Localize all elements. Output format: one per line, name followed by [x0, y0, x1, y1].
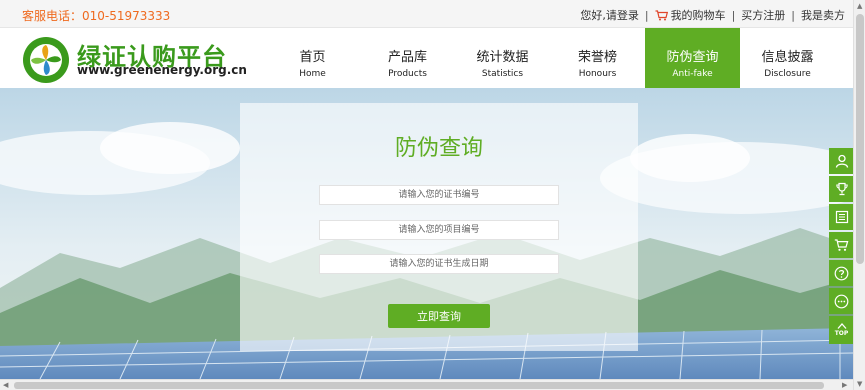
- cart-icon: [655, 9, 668, 20]
- nav-item-products[interactable]: 产品库 Products: [360, 28, 455, 88]
- scroll-right-arrow-icon[interactable]: ▶: [842, 381, 847, 389]
- horizontal-scrollbar[interactable]: ◀ ▶: [0, 379, 853, 390]
- nav-item-honours[interactable]: 荣誉榜 Honours: [550, 28, 645, 88]
- chat-icon: [834, 294, 849, 308]
- back-to-top-label: TOP: [834, 330, 849, 337]
- vertical-scrollbar-thumb[interactable]: [856, 14, 864, 264]
- horizontal-scrollbar-thumb[interactable]: [14, 382, 824, 389]
- back-to-top-button[interactable]: TOP: [829, 316, 854, 344]
- nav-item-sublabel: Disclosure: [764, 69, 811, 79]
- honours-button[interactable]: [829, 176, 854, 202]
- vertical-scrollbar[interactable]: ▲ ▼: [853, 0, 865, 390]
- seller-link[interactable]: 我是卖方: [801, 7, 845, 23]
- chat-button[interactable]: [829, 288, 854, 314]
- nav-item-sublabel: Home: [299, 69, 326, 79]
- user-button[interactable]: [829, 148, 854, 174]
- nav-item-label: 统计数据: [476, 50, 529, 65]
- certificate-date-input[interactable]: [319, 254, 559, 274]
- help-button[interactable]: [829, 260, 854, 286]
- list-icon: [835, 210, 848, 224]
- scroll-left-arrow-icon[interactable]: ◀: [3, 381, 8, 389]
- help-icon: [834, 266, 849, 280]
- top-links: 您好,请登录 | 我的购物车 | 买方注册 | 我是卖方: [580, 7, 845, 23]
- nav-item-anti-fake[interactable]: 防伪查询 Anti-fake: [645, 28, 740, 88]
- top-bar: 客服电话：010-51973333 您好,请登录 | 我的购物车 | 买方注册 …: [0, 0, 853, 28]
- nav-item-home[interactable]: 首页 Home: [265, 28, 360, 88]
- logo-icon[interactable]: [22, 36, 70, 84]
- nav-item-label: 防伪查询: [666, 50, 719, 65]
- cart-icon: [834, 239, 849, 251]
- separator: |: [644, 8, 649, 22]
- cart-button[interactable]: [829, 232, 854, 258]
- separator: |: [791, 8, 795, 22]
- nav-item-sublabel: Products: [388, 69, 427, 79]
- search-panel-title: 防伪查询: [394, 136, 483, 161]
- nav-item-sublabel: Statistics: [481, 69, 524, 79]
- buyer-register-link[interactable]: 买方注册: [741, 7, 785, 23]
- user-icon: [835, 154, 848, 168]
- logo-url: www.greenenergy.org.cn: [77, 63, 247, 77]
- cart-link[interactable]: 我的购物车: [671, 7, 726, 23]
- nav-item-label: 首页: [299, 50, 326, 65]
- anti-fake-search-panel: 防伪查询 立即查询: [240, 103, 638, 351]
- scroll-up-arrow-icon[interactable]: ▲: [857, 2, 862, 10]
- project-number-input[interactable]: [319, 220, 559, 240]
- back-to-top-icon: [837, 323, 846, 329]
- certificate-number-input[interactable]: [319, 185, 559, 205]
- login-link[interactable]: 您好,请登录: [580, 7, 639, 23]
- search-submit-button[interactable]: 立即查询: [388, 304, 490, 328]
- nav-item-sublabel: Anti-fake: [672, 69, 713, 79]
- main-nav: 首页 Home 产品库 Products 统计数据 Statistics 荣誉榜…: [265, 28, 835, 88]
- hotline-text: 客服电话：010-51973333: [22, 9, 171, 23]
- nav-item-label: 信息披露: [761, 50, 814, 65]
- separator: |: [731, 8, 736, 22]
- trophy-icon: [835, 182, 848, 196]
- list-button[interactable]: [829, 204, 854, 230]
- scroll-down-arrow-icon[interactable]: ▼: [857, 380, 862, 388]
- nav-item-disclosure[interactable]: 信息披露 Disclosure: [740, 28, 835, 88]
- nav-item-sublabel: Honours: [578, 69, 617, 79]
- floating-toolbar: TOP: [829, 148, 854, 346]
- nav-item-label: 产品库: [387, 50, 427, 65]
- nav-item-label: 荣誉榜: [577, 50, 617, 65]
- nav-item-statistics[interactable]: 统计数据 Statistics: [455, 28, 550, 88]
